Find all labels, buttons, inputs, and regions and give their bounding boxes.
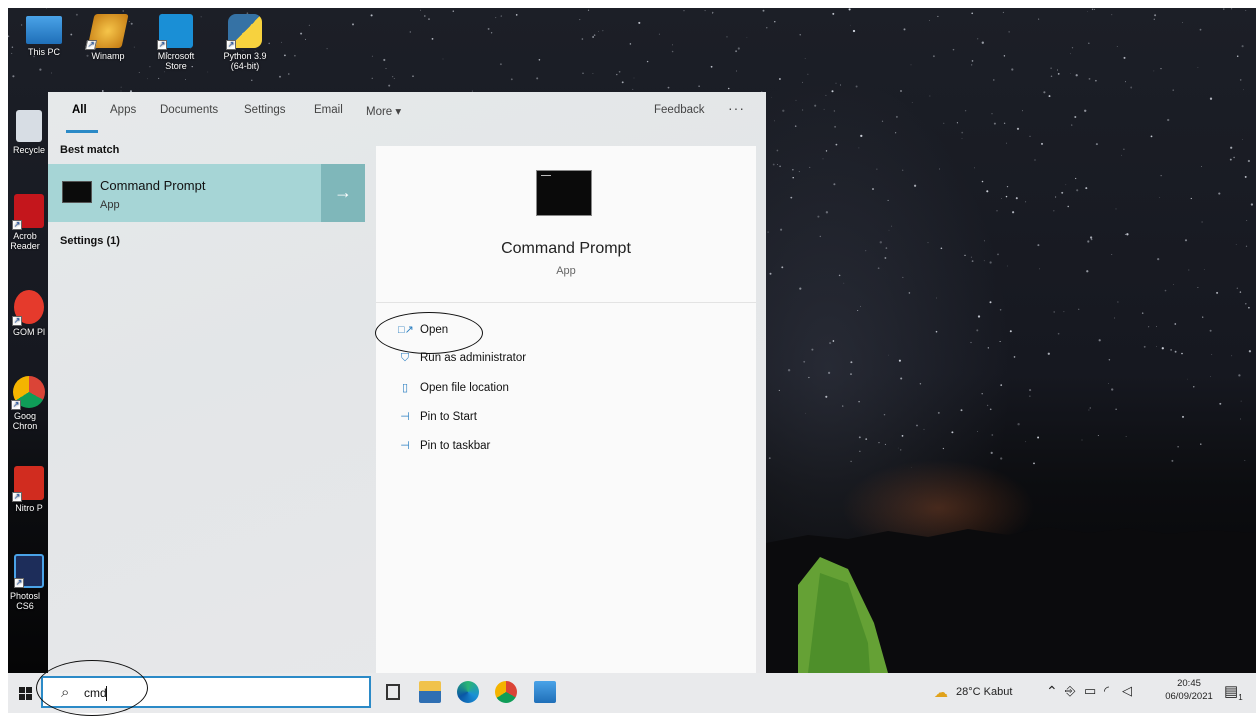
python-icon: ↗ (226, 14, 262, 50)
acrobat-reader-icon: ↗ (12, 194, 44, 230)
battery-icon[interactable]: ▭ (1084, 683, 1096, 699)
gom-player-icon: ↗ (12, 290, 44, 326)
remote-desktop-icon[interactable] (534, 681, 556, 703)
clock-date: 06/09/2021 (1165, 691, 1213, 702)
weather-text[interactable]: 28°C Kabut (956, 686, 1012, 698)
nitro-icon: ↗ (12, 466, 44, 502)
wifi-icon[interactable]: ◜ (1104, 683, 1109, 699)
chrome-icon: ↗ (11, 376, 45, 410)
details-title: Command Prompt (501, 240, 631, 257)
system-clock[interactable]: 20:45 06/09/2021 (1158, 677, 1220, 703)
edge-icon[interactable] (457, 681, 479, 703)
notification-count: 1 (1238, 693, 1243, 702)
weather-icon[interactable]: ☁ (934, 684, 948, 701)
annotation-circle-search (36, 660, 148, 716)
shortcut-arrow-icon: ↗ (12, 492, 22, 502)
annotation-circle-open (375, 312, 483, 354)
shortcut-arrow-icon: ↗ (14, 578, 24, 588)
notification-center-icon[interactable]: ▤1 (1224, 682, 1243, 702)
clock-time: 20:45 (1177, 678, 1201, 689)
tab-all[interactable]: All (72, 104, 87, 116)
command-prompt-large-icon (536, 170, 592, 216)
tab-documents[interactable]: Documents (160, 104, 218, 116)
shortcut-arrow-icon: ↗ (226, 40, 236, 50)
settings-heading[interactable]: Settings (1) (60, 235, 120, 247)
recycle-bin-icon (16, 110, 42, 142)
action-run-as-administrator[interactable]: ⛉ Run as administrator (398, 352, 526, 372)
shortcut-arrow-icon: ↗ (84, 40, 98, 50)
tab-apps[interactable]: Apps (110, 104, 136, 116)
best-match-heading: Best match (60, 144, 120, 156)
shortcut-arrow-icon: ↗ (157, 40, 167, 50)
best-match-title: Command Prompt (100, 178, 206, 193)
best-match-subtitle: App (100, 199, 120, 211)
winamp-icon: ↗ (84, 14, 129, 50)
desktop-icon-google-chrome[interactable]: ↗ Goog Chron (8, 376, 50, 431)
more-options-button[interactable]: ··· (728, 100, 745, 116)
feedback-link[interactable]: Feedback (654, 104, 705, 116)
command-prompt-app-icon (62, 181, 92, 203)
shortcut-arrow-icon: ↗ (12, 220, 22, 230)
desktop-icon-winamp[interactable]: ↗ Winamp (77, 14, 139, 61)
search-panel: All Apps Documents Settings Email More ▾… (48, 92, 766, 673)
pin-icon: ⊣ (400, 440, 410, 452)
desktop-icon-acrobat-reader[interactable]: ↗ Acrob Reader (8, 194, 50, 251)
expand-arrow-button[interactable]: → (321, 164, 365, 222)
windows-start-icon[interactable] (19, 687, 32, 700)
shortcut-arrow-icon: ↗ (12, 316, 22, 326)
microsoft-store-icon: ↗ (157, 14, 193, 50)
action-open-file-location[interactable]: ▯ Open file location (398, 381, 509, 401)
search-filter-tabs: All Apps Documents Settings Email More ▾… (48, 92, 766, 133)
chrome-taskbar-icon[interactable] (495, 681, 517, 703)
tab-settings[interactable]: Settings (244, 104, 286, 116)
chevron-up-icon[interactable]: ⌃ (1046, 683, 1058, 700)
details-subtitle: App (556, 265, 576, 277)
shortcut-arrow-icon: ↗ (11, 400, 21, 410)
desktop-icon-nitro[interactable]: ↗ Nitro P (8, 466, 50, 513)
admin-shield-icon: ⛉ (400, 352, 410, 364)
tab-more[interactable]: More ▾ (366, 104, 401, 118)
action-pin-to-start[interactable]: ⊣ Pin to Start (398, 410, 477, 430)
pin-icon: ⊣ (400, 411, 410, 423)
desktop-icon-this-pc[interactable]: This PC (13, 16, 75, 57)
desktop-icon-gom-player[interactable]: ↗ GOM Pl (8, 290, 50, 337)
desktop-icon-recycle-bin[interactable]: Recycle (8, 110, 50, 155)
best-match-result[interactable] (48, 164, 365, 222)
desktop-icon-photoshop[interactable]: ↗ Photosl CS6 (8, 554, 50, 611)
details-divider (376, 302, 756, 303)
photoshop-icon: ↗ (14, 554, 44, 588)
active-tab-indicator (66, 130, 98, 133)
desktop-icon-python[interactable]: ↗ Python 3.9 (64-bit) (214, 14, 276, 71)
action-pin-to-taskbar[interactable]: ⊣ Pin to taskbar (398, 439, 490, 459)
arrow-right-icon: → (334, 182, 352, 202)
file-location-icon: ▯ (401, 382, 409, 394)
task-view-icon[interactable] (386, 684, 400, 700)
volume-icon[interactable]: ◁ (1122, 683, 1132, 699)
taskbar: ⌕ cmd ☁ 28°C Kabut ⌃ ⎆ ▭ ◜ ◁ 20:45 06/09… (8, 673, 1256, 713)
result-details-pane: Command Prompt App □↗ Open ⛉ Run as admini… (376, 146, 756, 673)
meet-now-icon[interactable]: ⎆ (1065, 683, 1075, 699)
file-explorer-icon[interactable] (419, 681, 441, 703)
desktop-icon-microsoft-store[interactable]: ↗ Microsoft Store (145, 14, 207, 71)
this-pc-icon (26, 16, 62, 44)
tab-email[interactable]: Email (314, 104, 343, 116)
